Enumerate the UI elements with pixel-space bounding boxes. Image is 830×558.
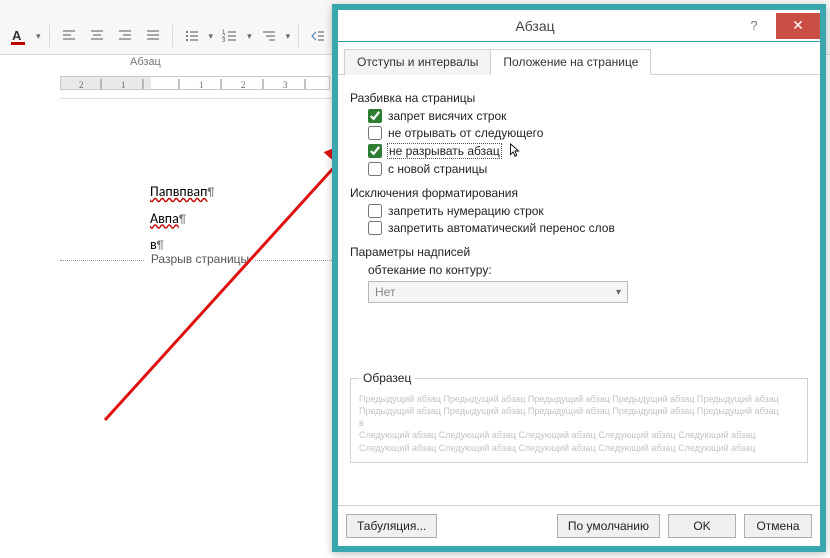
svg-text:3: 3 bbox=[283, 80, 288, 90]
section-textbox-options: Параметры надписей bbox=[350, 245, 808, 259]
label-widow-control: запрет висячих строк bbox=[388, 109, 506, 123]
align-center-button[interactable] bbox=[86, 25, 108, 47]
doc-line-3: в bbox=[150, 236, 157, 253]
dialog-body: Разбивка на страницы запрет висячих стро… bbox=[338, 75, 820, 505]
tight-wrap-value: Нет bbox=[375, 285, 395, 299]
align-right-button[interactable] bbox=[114, 25, 136, 47]
checkbox-suppress-line-numbers[interactable] bbox=[368, 204, 382, 218]
label-page-break-before: с новой страницы bbox=[388, 162, 487, 176]
tabs-button[interactable]: Табуляция... bbox=[346, 514, 437, 538]
cursor-icon bbox=[509, 143, 521, 159]
svg-text:2: 2 bbox=[241, 80, 246, 90]
align-justify-button[interactable] bbox=[142, 25, 164, 47]
label-keep-with-next: не отрывать от следующего bbox=[388, 126, 543, 140]
paragraph-group-label: Абзац bbox=[130, 56, 161, 68]
preview-fieldset: Образец Предыдущий абзац Предыдущий абза… bbox=[350, 371, 808, 463]
pilcrow-icon: ¶ bbox=[179, 213, 186, 227]
section-pagination: Разбивка на страницы bbox=[350, 91, 808, 105]
cancel-button[interactable]: Отмена bbox=[744, 514, 812, 538]
doc-line-2: Авпа bbox=[150, 210, 179, 227]
font-color-button[interactable]: A bbox=[8, 25, 30, 47]
doc-line-1: Папвпвап bbox=[150, 183, 207, 200]
label-no-hyphenation: запретить автоматический перенос слов bbox=[388, 221, 615, 235]
page-break-label: Разрыв страницы bbox=[145, 252, 255, 266]
preview-title: Образец bbox=[359, 371, 415, 385]
document-page[interactable]: Папвпвап¶ Авпа¶ в¶ bbox=[60, 98, 340, 538]
svg-text:3: 3 bbox=[222, 38, 226, 44]
tight-wrap-select[interactable]: Нет ▾ bbox=[368, 281, 628, 303]
checkbox-widow-control[interactable] bbox=[368, 109, 382, 123]
tab-page-position[interactable]: Положение на странице bbox=[490, 49, 651, 75]
label-suppress-line-numbers: запретить нумерацию строк bbox=[388, 204, 544, 218]
numbering-button[interactable]: 123 bbox=[219, 25, 241, 47]
preview-prev-text: Предыдущий абзац Предыдущий абзац Предыд… bbox=[359, 393, 799, 417]
align-left-button[interactable] bbox=[58, 25, 80, 47]
svg-text:2: 2 bbox=[79, 80, 84, 90]
dialog-titlebar: Абзац ? ✕ bbox=[338, 10, 820, 42]
chevron-down-icon: ▾ bbox=[616, 287, 621, 298]
svg-text:1: 1 bbox=[121, 80, 126, 90]
dialog-title: Абзац bbox=[338, 18, 732, 34]
section-formatting-exceptions: Исключения форматирования bbox=[350, 186, 808, 200]
label-tight-wrap: обтекание по контуру: bbox=[368, 263, 808, 277]
set-default-button[interactable]: По умолчанию bbox=[557, 514, 660, 538]
dialog-footer: Табуляция... По умолчанию OK Отмена bbox=[338, 505, 820, 546]
tab-indent-spacing[interactable]: Отступы и интервалы bbox=[344, 49, 491, 75]
checkbox-keep-lines-together[interactable] bbox=[368, 144, 382, 158]
multilevel-button[interactable] bbox=[258, 25, 280, 47]
preview-next-text: Следующий абзац Следующий абзац Следующи… bbox=[359, 429, 799, 453]
label-keep-lines-together: не разрывать абзац bbox=[388, 144, 501, 158]
dialog-tabs: Отступы и интервалы Положение на страниц… bbox=[338, 42, 820, 75]
svg-text:1: 1 bbox=[199, 80, 204, 90]
help-button[interactable]: ? bbox=[732, 13, 776, 39]
paragraph-dialog: Абзац ? ✕ Отступы и интервалы Положение … bbox=[332, 4, 826, 552]
close-button[interactable]: ✕ bbox=[776, 13, 820, 39]
checkbox-no-hyphenation[interactable] bbox=[368, 221, 382, 235]
checkbox-page-break-before[interactable] bbox=[368, 162, 382, 176]
checkbox-keep-with-next[interactable] bbox=[368, 126, 382, 140]
bullets-button[interactable] bbox=[181, 25, 203, 47]
page-break-indicator: Разрыв страницы bbox=[60, 260, 340, 275]
ok-button[interactable]: OK bbox=[668, 514, 736, 538]
svg-text:A: A bbox=[12, 28, 22, 43]
decrease-indent-button[interactable] bbox=[307, 25, 329, 47]
preview-bullet: в bbox=[359, 417, 799, 429]
pilcrow-icon: ¶ bbox=[207, 186, 214, 200]
